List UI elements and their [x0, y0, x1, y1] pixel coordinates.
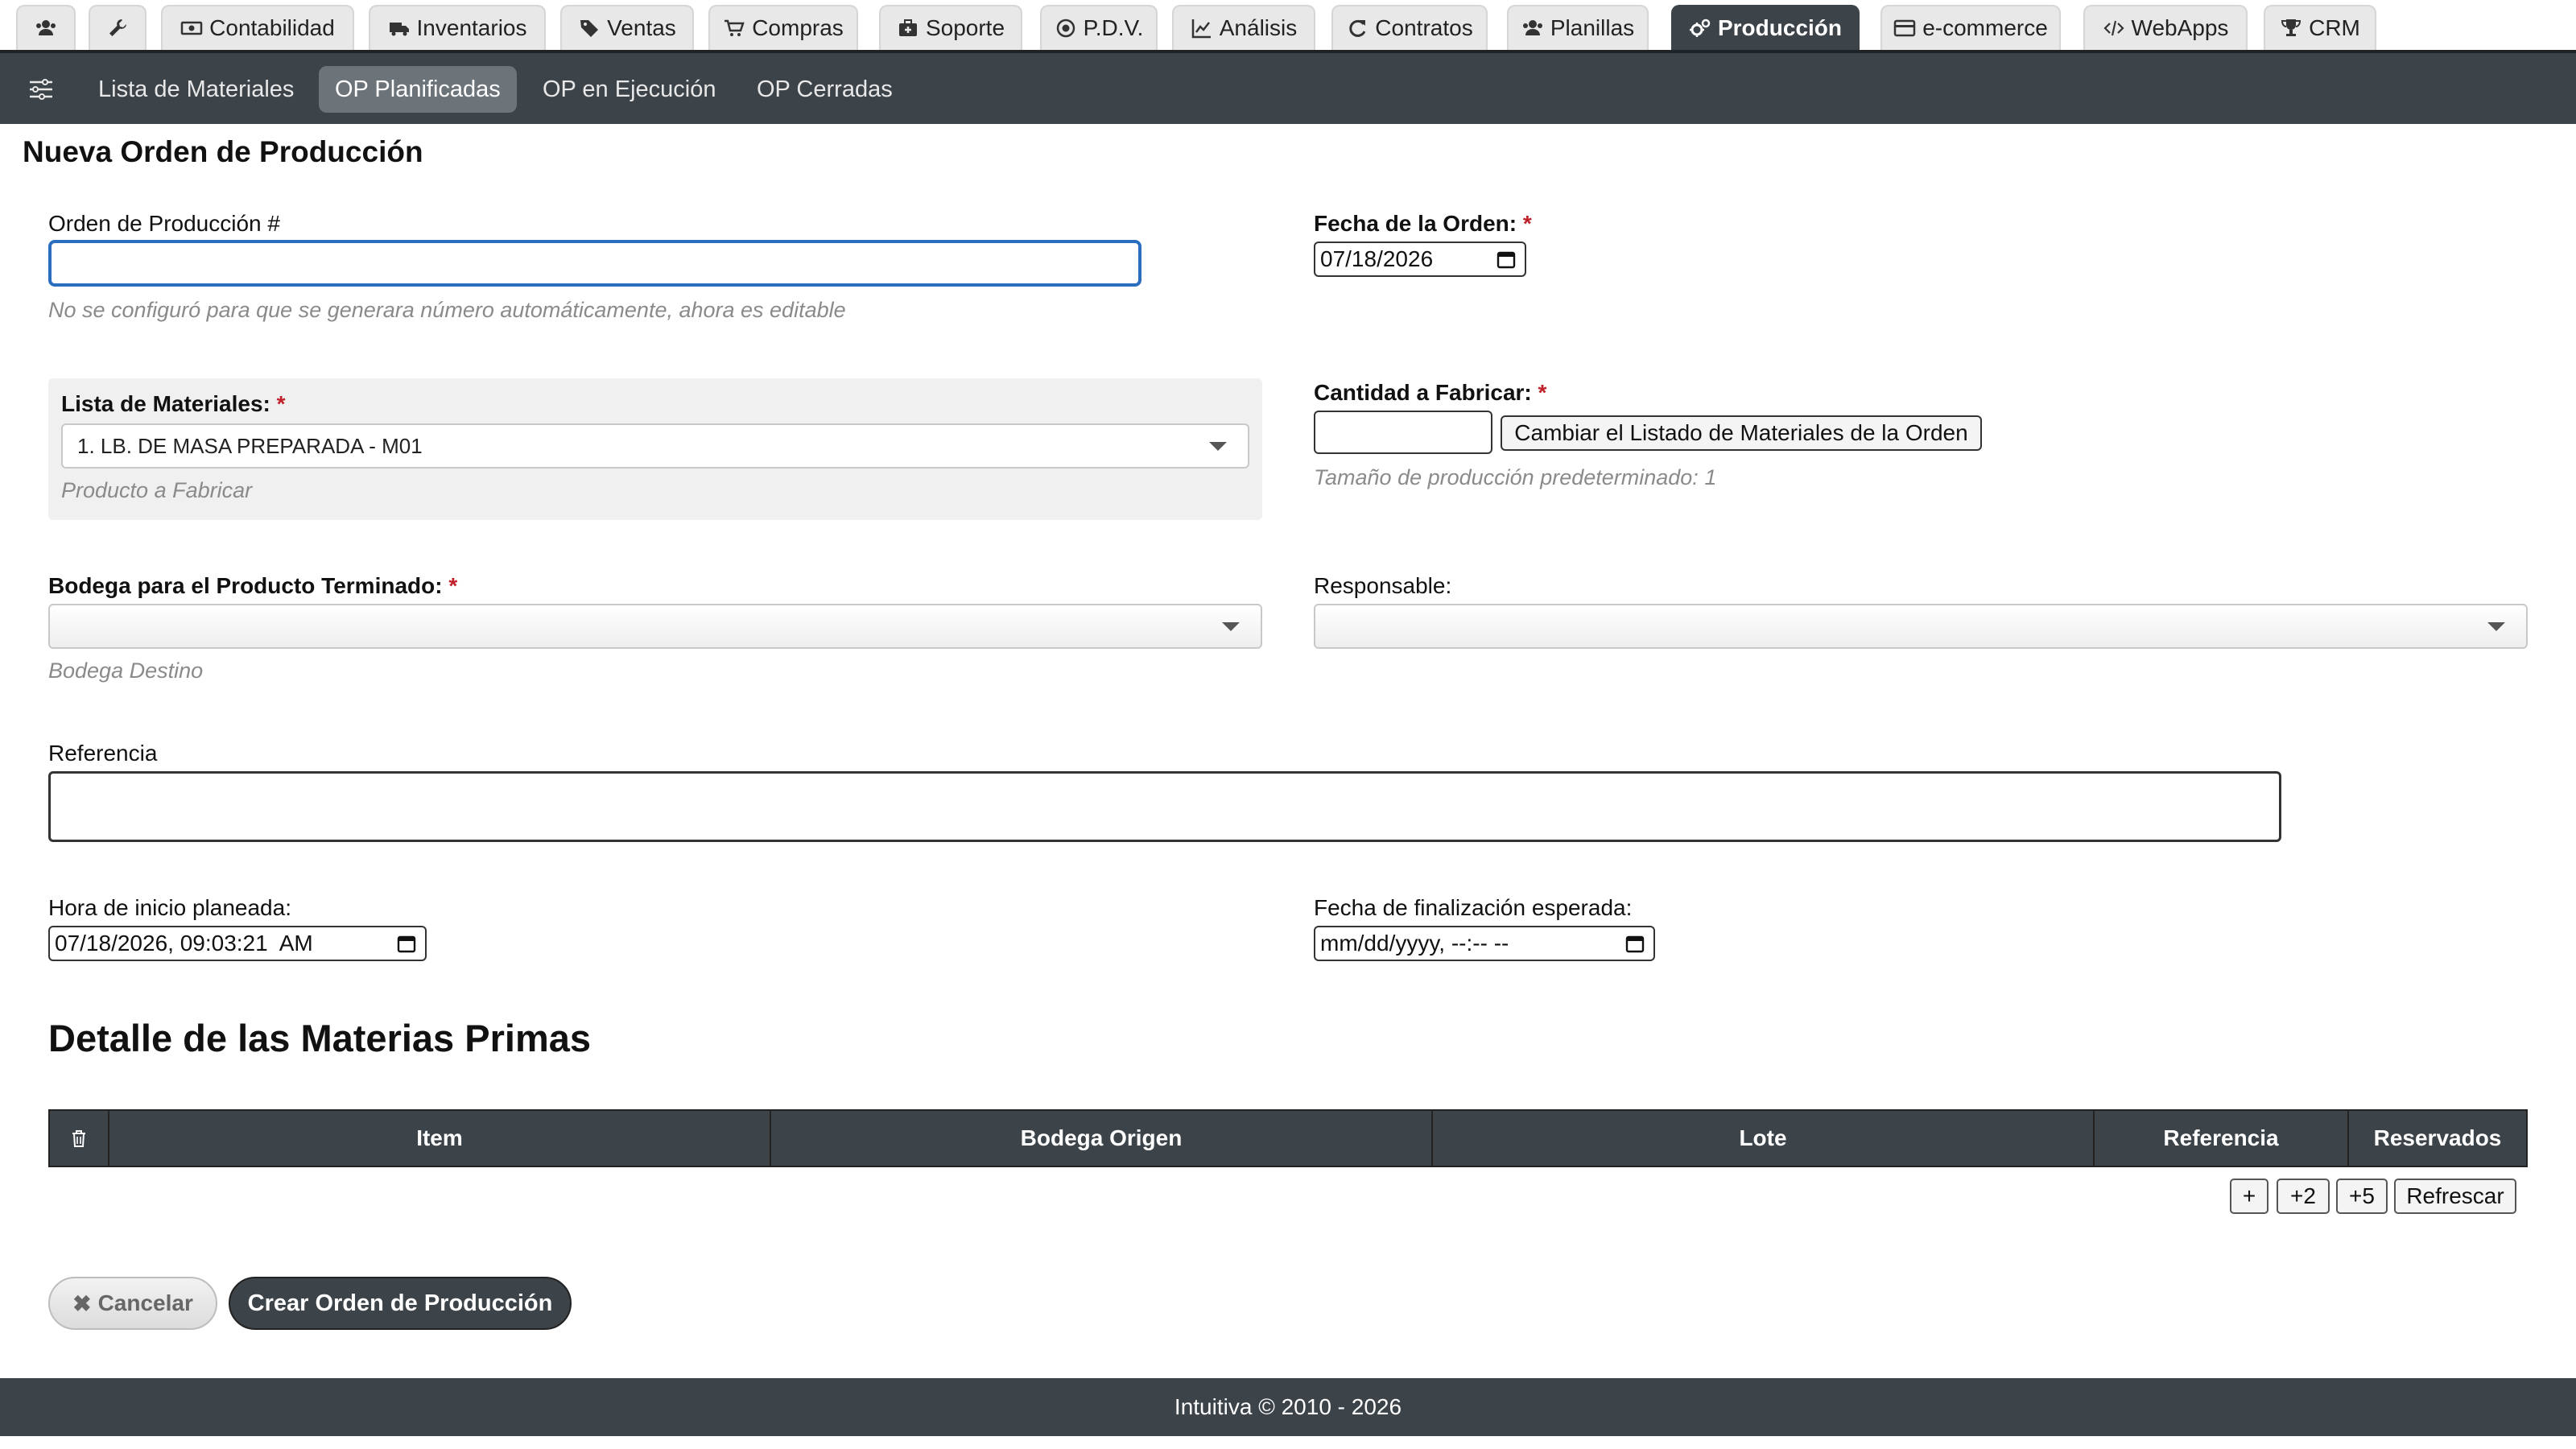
sliders-icon[interactable] [27, 77, 55, 101]
column-item: Item [109, 1111, 771, 1166]
medkit-icon [898, 19, 917, 36]
page-title: Nueva Orden de Producción [23, 135, 423, 168]
bom-label: Lista de Materiales: * [61, 391, 286, 416]
reference-label: Referencia [48, 741, 158, 766]
column-bodega-origen: Bodega Origen [771, 1111, 1433, 1166]
bullseye-icon [1056, 19, 1075, 38]
materials-table-header: Item Bodega Origen Lote Referencia Reser… [48, 1109, 2528, 1167]
calendar-icon[interactable] [396, 933, 417, 954]
tab-produccion[interactable]: Producción [1671, 5, 1860, 50]
order-number-input[interactable] [48, 240, 1141, 287]
tab-analisis[interactable]: Análisis [1172, 5, 1315, 50]
add-5-rows-button[interactable]: +5 [2336, 1179, 2388, 1214]
chevron-down-icon [2487, 622, 2505, 631]
sub-navigation: Lista de Materiales OP Planificadas OP e… [0, 50, 2576, 124]
wrench-icon [109, 19, 126, 36]
materials-title: Detalle de las Materias Primas [48, 1017, 592, 1059]
truck-icon [389, 23, 409, 36]
subnav-op-ejecucion[interactable]: OP en Ejecución [526, 66, 733, 113]
tab-contratos[interactable]: Contratos [1331, 5, 1488, 50]
add-2-rows-button[interactable]: +2 [2277, 1179, 2330, 1214]
chevron-down-icon [1209, 442, 1227, 451]
quantity-label: Cantidad a Fabricar: * [1314, 380, 1547, 405]
line-chart-icon [1191, 19, 1211, 39]
delete-column[interactable] [50, 1111, 109, 1166]
subnav-lista-materiales[interactable]: Lista de Materiales [82, 66, 310, 113]
people-icon [1522, 20, 1542, 35]
required-mark: * [276, 391, 286, 416]
footer: Intuitiva © 2010 - 2026 [0, 1378, 2576, 1436]
required-mark: * [1538, 380, 1547, 405]
credit-card-icon [1893, 19, 1916, 37]
add-row-button[interactable]: + [2230, 1179, 2268, 1214]
trophy-icon [2281, 19, 2301, 36]
start-time-label: Hora de inicio planeada: [48, 895, 291, 920]
responsible-label: Responsable: [1314, 573, 1452, 598]
change-bom-button[interactable]: Cambiar el Listado de Materiales de la O… [1501, 415, 1982, 451]
tab-users[interactable] [16, 5, 76, 50]
quantity-input[interactable] [1314, 411, 1492, 454]
warehouse-select[interactable] [48, 604, 1262, 649]
module-tabs: Contabilidad Inventarios Ventas Compras … [0, 0, 2576, 52]
money-icon [180, 21, 203, 35]
chevron-down-icon [1222, 622, 1240, 631]
tab-planillas[interactable]: Planillas [1507, 5, 1649, 50]
calendar-icon[interactable] [1624, 933, 1645, 954]
quantity-help: Tamaño de producción predeterminado: 1 [1314, 465, 1717, 489]
users-icon [36, 20, 56, 35]
column-reservados: Reservados [2373, 1125, 2502, 1150]
end-date-input[interactable]: mm/dd/yyyy, --:-- -- [1314, 926, 1655, 961]
column-lote: Lote [1433, 1111, 2095, 1166]
subnav-op-planificadas[interactable]: OP Planificadas [319, 66, 517, 113]
subnav-op-cerradas[interactable]: OP Cerradas [741, 66, 909, 113]
required-mark: * [1522, 211, 1532, 236]
order-number-label: Orden de Producción # [48, 211, 280, 236]
order-number-help: No se configuró para que se generara núm… [48, 298, 846, 322]
required-mark: * [448, 573, 458, 598]
trash-icon [72, 1130, 85, 1147]
refresh-icon [1349, 19, 1366, 37]
refresh-button[interactable]: Refrescar [2394, 1179, 2516, 1214]
tags-icon [580, 20, 599, 37]
tab-soporte[interactable]: Soporte [879, 5, 1022, 50]
tab-ventas[interactable]: Ventas [560, 5, 694, 50]
code-icon [2103, 20, 2124, 36]
start-time-input[interactable]: 07/18/2026, 09:03:21 AM [48, 926, 427, 961]
column-referencia: Referencia [2095, 1111, 2349, 1166]
bom-help: Producto a Fabricar [61, 478, 253, 502]
tab-ecommerce[interactable]: e-commerce [1880, 5, 2061, 50]
tab-webapps[interactable]: WebApps [2083, 5, 2248, 50]
tab-crm[interactable]: CRM [2264, 5, 2376, 50]
close-icon: ✖ [72, 1290, 92, 1316]
create-order-button[interactable]: Crear Orden de Producción [229, 1277, 572, 1330]
bom-select[interactable]: 1. LB. DE MASA PREPARADA - M01 [61, 423, 1249, 469]
end-date-label: Fecha de finalización esperada: [1314, 895, 1633, 920]
order-date-label: Fecha de la Orden: * [1314, 211, 1532, 236]
warehouse-label: Bodega para el Producto Terminado: * [48, 573, 458, 598]
tab-compras[interactable]: Compras [708, 5, 858, 50]
reference-textarea[interactable] [48, 771, 2281, 842]
tab-pdv[interactable]: P.D.V. [1040, 5, 1158, 50]
cart-icon [724, 19, 745, 36]
cancel-button[interactable]: ✖ Cancelar [48, 1277, 217, 1330]
responsible-select[interactable] [1314, 604, 2528, 649]
gears-icon [1689, 19, 1711, 37]
tab-inventarios[interactable]: Inventarios [369, 5, 546, 50]
order-date-input[interactable]: 07/18/2026 [1314, 242, 1526, 277]
calendar-icon[interactable] [1496, 249, 1517, 270]
warehouse-help: Bodega Destino [48, 658, 204, 683]
tab-contabilidad[interactable]: Contabilidad [161, 5, 354, 50]
tab-tools[interactable] [89, 5, 147, 50]
